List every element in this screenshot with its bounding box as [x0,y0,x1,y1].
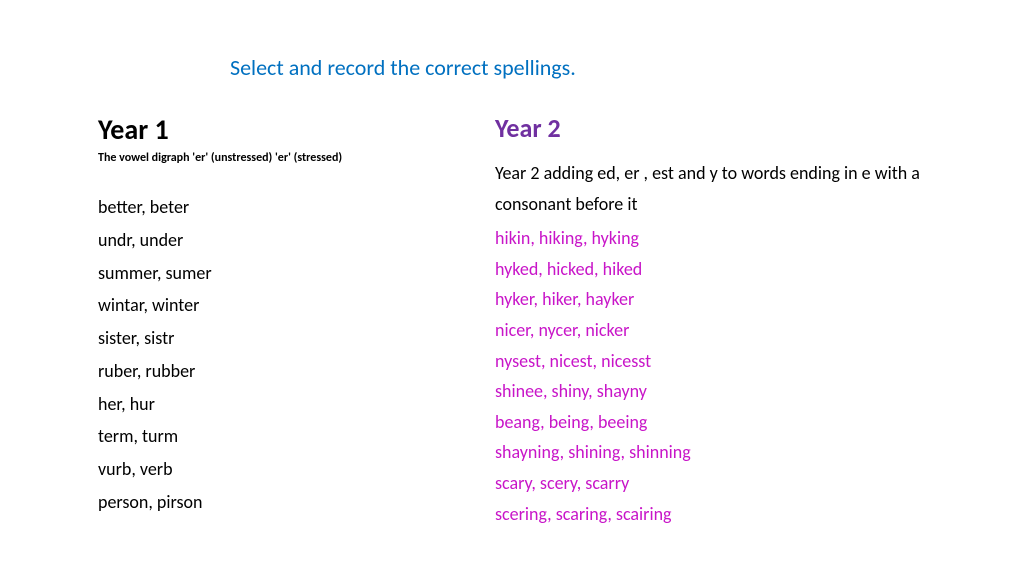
list-item: vurb, verb [98,453,478,486]
list-item: undr, under [98,224,478,257]
year2-column: Year 2 Year 2 adding ed, er , est and y … [495,112,955,529]
list-item: hyked, hicked, hiked [495,254,955,285]
list-item: scering, scaring, scairing [495,499,955,530]
list-item: sister, sistr [98,322,478,355]
list-item: better, beter [98,191,478,224]
list-item: shayning, shining, shinning [495,437,955,468]
year2-heading: Year 2 [495,112,955,144]
list-item: ruber, rubber [98,355,478,388]
year2-list: hikin, hiking, hyking hyked, hicked, hik… [495,223,955,529]
list-item: term, turm [98,420,478,453]
list-item: nicer, nycer, nicker [495,315,955,346]
list-item: wintar, winter [98,289,478,322]
year1-list: better, beter undr, under summer, sumer … [98,191,478,519]
list-item: summer, sumer [98,257,478,290]
list-item: person, pirson [98,486,478,519]
year1-heading: Year 1 [98,112,478,147]
list-item: her, hur [98,388,478,421]
list-item: hyker, hiker, hayker [495,284,955,315]
list-item: scary, scery, scarry [495,468,955,499]
list-item: shinee, shiny, shayny [495,376,955,407]
year1-column: Year 1 The vowel digraph 'er' (unstresse… [98,112,478,519]
list-item: hikin, hiking, hyking [495,223,955,254]
list-item: nysest, nicest, nicesst [495,346,955,377]
year2-subheading: Year 2 adding ed, er , est and y to word… [495,158,955,219]
list-item: beang, being, beeing [495,407,955,438]
instruction-text: Select and record the correct spellings. [230,54,576,81]
year1-subheading: The vowel digraph 'er' (unstressed) 'er'… [98,151,478,165]
